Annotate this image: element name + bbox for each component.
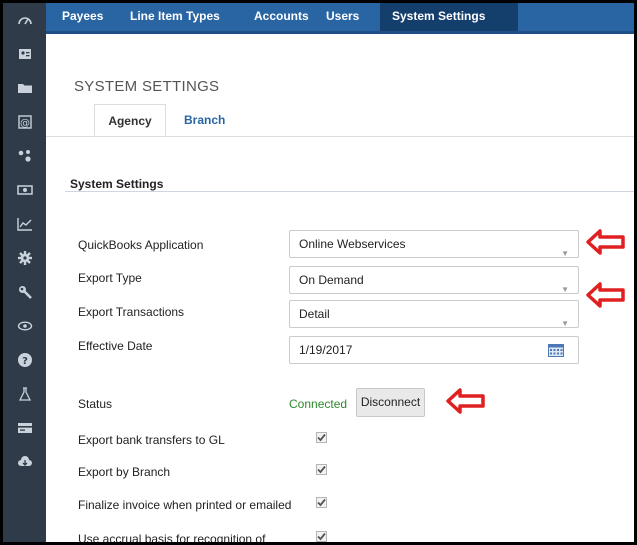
page-title: SYSTEM SETTINGS [74, 78, 220, 95]
effective-date-input[interactable]: 1/19/2017 [289, 336, 579, 364]
subtab-branch[interactable]: Branch [184, 104, 244, 136]
chart-icon[interactable] [3, 207, 46, 241]
dashboard-icon[interactable] [3, 3, 46, 37]
quickbooks-application-select[interactable]: Online Webservices ▼ [289, 230, 579, 258]
annotation-arrow-icon [586, 282, 625, 308]
dropdown-caret-icon: ▼ [561, 319, 569, 328]
status-connected: Connected [289, 397, 348, 411]
tab-users[interactable]: Users [318, 3, 376, 31]
section-divider [65, 191, 634, 192]
main-content: SYSTEM SETTINGS Agency Branch System Set… [46, 34, 634, 542]
flask-icon[interactable] [3, 377, 46, 411]
export-type-value: On Demand [299, 273, 364, 287]
app-window: @ ? Payees Line Item Types Accounts User… [0, 0, 637, 545]
export-bank-transfers-label: Export bank transfers to GL [78, 433, 225, 447]
help-icon[interactable]: ? [3, 343, 46, 377]
accrual-basis-label: Use accrual basis for recognition of [78, 532, 266, 545]
wrench-icon[interactable] [3, 275, 46, 309]
card-icon[interactable] [3, 411, 46, 445]
finalize-invoice-checkbox[interactable] [316, 497, 327, 508]
export-transactions-value: Detail [299, 307, 330, 321]
dropdown-caret-icon: ▼ [561, 249, 569, 258]
quickbooks-application-value: Online Webservices [299, 237, 406, 251]
tab-accounts[interactable]: Accounts [246, 3, 324, 31]
money-icon[interactable] [3, 173, 46, 207]
eye-icon[interactable] [3, 309, 46, 343]
effective-date-value: 1/19/2017 [299, 343, 353, 357]
id-card-icon[interactable] [3, 37, 46, 71]
export-transactions-label: Export Transactions [78, 305, 185, 319]
disconnect-button[interactable]: Disconnect [356, 388, 425, 417]
export-transactions-select[interactable]: Detail ▼ [289, 300, 579, 328]
finalize-invoice-label: Finalize invoice when printed or emailed [78, 498, 292, 512]
cloud-icon[interactable] [3, 445, 46, 479]
export-type-select[interactable]: On Demand ▼ [289, 266, 579, 294]
status-label: Status [78, 397, 113, 411]
export-by-branch-checkbox[interactable] [316, 464, 327, 475]
tab-payees[interactable]: Payees [54, 3, 112, 31]
calendar-icon[interactable] [548, 344, 564, 357]
accrual-basis-checkbox[interactable] [316, 531, 327, 542]
at-sign-icon[interactable]: @ [3, 105, 46, 139]
subtab-agency[interactable]: Agency [94, 104, 166, 136]
svg-text:?: ? [22, 356, 28, 367]
subtab-bar: Agency Branch [46, 104, 634, 137]
tab-system-settings[interactable]: System Settings [380, 3, 518, 31]
svg-text:@: @ [20, 118, 30, 129]
sidebar: @ ? [3, 3, 46, 542]
top-nav: Payees Line Item Types Accounts Users Sy… [46, 3, 634, 34]
export-type-label: Export Type [78, 271, 142, 285]
effective-date-label: Effective Date [78, 339, 153, 353]
annotation-arrow-icon [586, 229, 625, 255]
section-title: System Settings [70, 177, 164, 191]
gear-icon[interactable] [3, 241, 46, 275]
tab-line-item-types[interactable]: Line Item Types [122, 3, 240, 31]
folder-icon[interactable] [3, 71, 46, 105]
quickbooks-application-label: QuickBooks Application [78, 238, 204, 252]
annotation-arrow-icon [446, 388, 485, 414]
export-by-branch-label: Export by Branch [78, 465, 171, 479]
export-bank-transfers-checkbox[interactable] [316, 432, 327, 443]
network-icon[interactable] [3, 139, 46, 173]
